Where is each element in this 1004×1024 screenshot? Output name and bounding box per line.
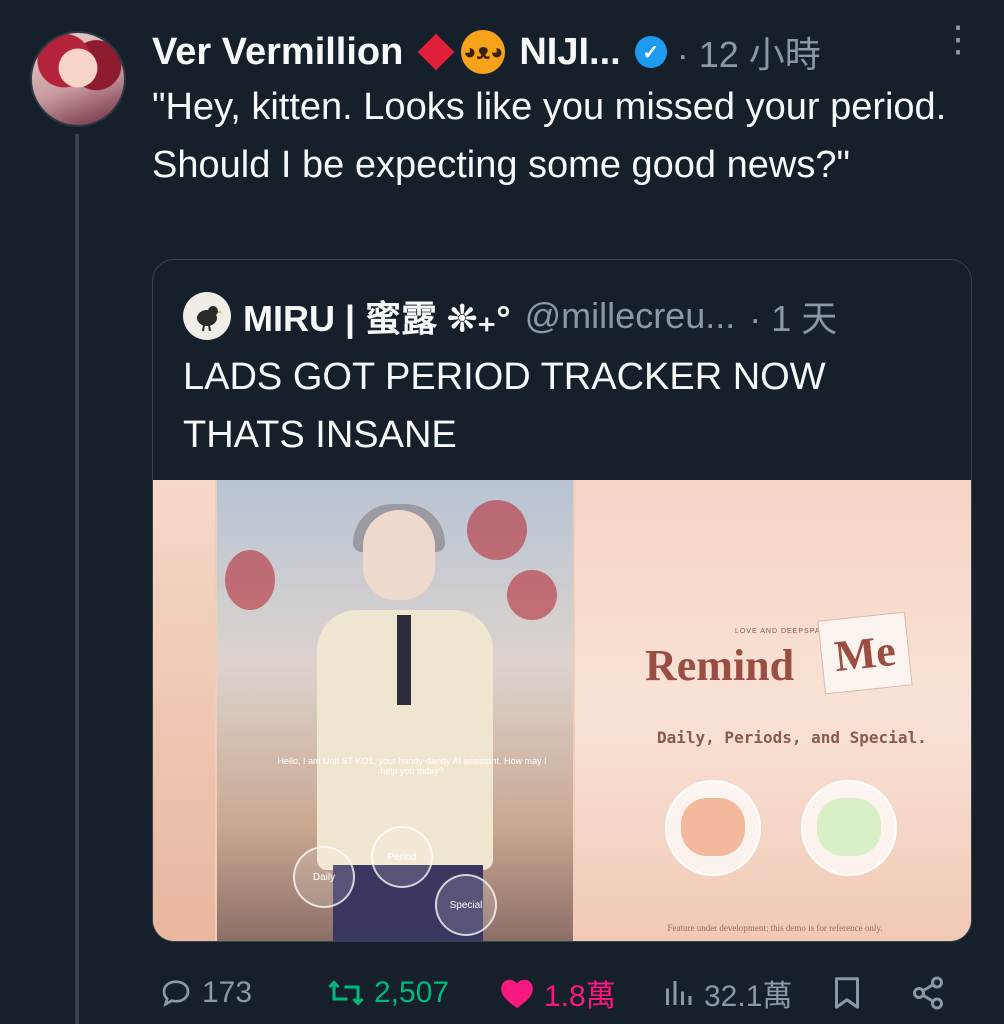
assistant-subtitle: Hello, I am Unit ST-KO1, your handy-dand…	[277, 756, 547, 776]
character-head	[363, 510, 435, 600]
remind-title: Remind	[645, 641, 795, 690]
tweet-header: Ver Vermillion ◕ᴥ◕ NIJI... ✓ · 12 小時	[152, 24, 821, 80]
views-button[interactable]: 32.1萬	[660, 968, 792, 1018]
cat-face	[817, 798, 881, 856]
me-title-card: Me	[817, 611, 913, 695]
quote-header: MIRU | 蜜露 ❊₊° @millecreu... · 1 天	[183, 290, 837, 342]
quote-time[interactable]: · 1 天	[749, 290, 837, 342]
reply-count: 173	[202, 976, 253, 1009]
bookmark-icon	[835, 977, 859, 1009]
share-button[interactable]	[910, 968, 954, 1018]
red-diamond-emoji-icon	[417, 33, 455, 71]
feature-tagline: Daily, Periods, and Special.	[657, 728, 927, 747]
repost-icon	[328, 980, 364, 1006]
period-button: Period	[371, 826, 433, 888]
bookmark-button[interactable]	[830, 968, 872, 1018]
quote-text: LADS GOT PERIOD TRACKER NOW THATS INSANE	[183, 356, 826, 456]
verified-badge-icon[interactable]: ✓	[634, 36, 667, 68]
repost-button[interactable]: 2,507	[326, 968, 449, 1018]
feature-disclaimer: Feature under development; this demo is …	[667, 923, 883, 933]
more-options-icon[interactable]: ⋮	[940, 21, 976, 57]
reply-button[interactable]: 173	[158, 968, 252, 1018]
tweet-text: "Hey, kitten. Looks like you missed your…	[152, 86, 947, 186]
special-button: Special	[435, 874, 497, 936]
daily-button: Daily	[293, 846, 355, 908]
red-blossoms	[225, 550, 275, 610]
view-count: 32.1萬	[704, 980, 793, 1013]
repost-count: 2,507	[374, 976, 450, 1009]
quote-author-handle[interactable]: @millecreu...	[525, 295, 736, 337]
reply-icon	[162, 980, 190, 1008]
like-button[interactable]: 1.8萬	[498, 968, 616, 1018]
media-character-panel: Hello, I am Unit ST-KO1, your handy-dand…	[217, 480, 573, 941]
author-avatar[interactable]	[30, 31, 126, 127]
author-name[interactable]: Ver Vermillion	[152, 31, 403, 74]
tiger-emoji-icon: ◕ᴥ◕	[461, 30, 506, 74]
quoted-tweet[interactable]: MIRU | 蜜露 ❊₊° @millecreu... · 1 天 LADS G…	[152, 259, 972, 942]
quote-author-name[interactable]: MIRU | 蜜露 ❊₊°	[243, 290, 511, 342]
cat-face	[681, 798, 745, 856]
orange-cat-sticker-icon	[665, 780, 761, 876]
character-tie	[397, 615, 411, 705]
red-blossoms	[507, 570, 557, 620]
share-icon	[913, 976, 943, 1010]
views-chart-icon	[666, 981, 692, 1005]
heart-filled-icon	[501, 979, 533, 1009]
crow-icon	[197, 306, 223, 332]
tweet-actions: 173 2,507 1.8萬 32.1萬	[150, 968, 970, 1018]
tweet-time[interactable]: · 12 小時	[677, 26, 821, 78]
red-blossoms	[467, 500, 527, 560]
affiliation-name[interactable]: NIJI...	[519, 31, 620, 74]
like-count: 1.8萬	[544, 980, 616, 1013]
thread-line	[75, 134, 79, 1024]
media-left-panel	[153, 480, 215, 941]
quote-author-avatar[interactable]	[183, 292, 231, 340]
media-remind-me-panel: LOVE AND DEEPSPACE Remind Me Daily, Peri…	[575, 480, 971, 941]
green-hat-cat-sticker-icon	[801, 780, 897, 876]
quote-media-image[interactable]: Hello, I am Unit ST-KO1, your handy-dand…	[153, 480, 971, 941]
